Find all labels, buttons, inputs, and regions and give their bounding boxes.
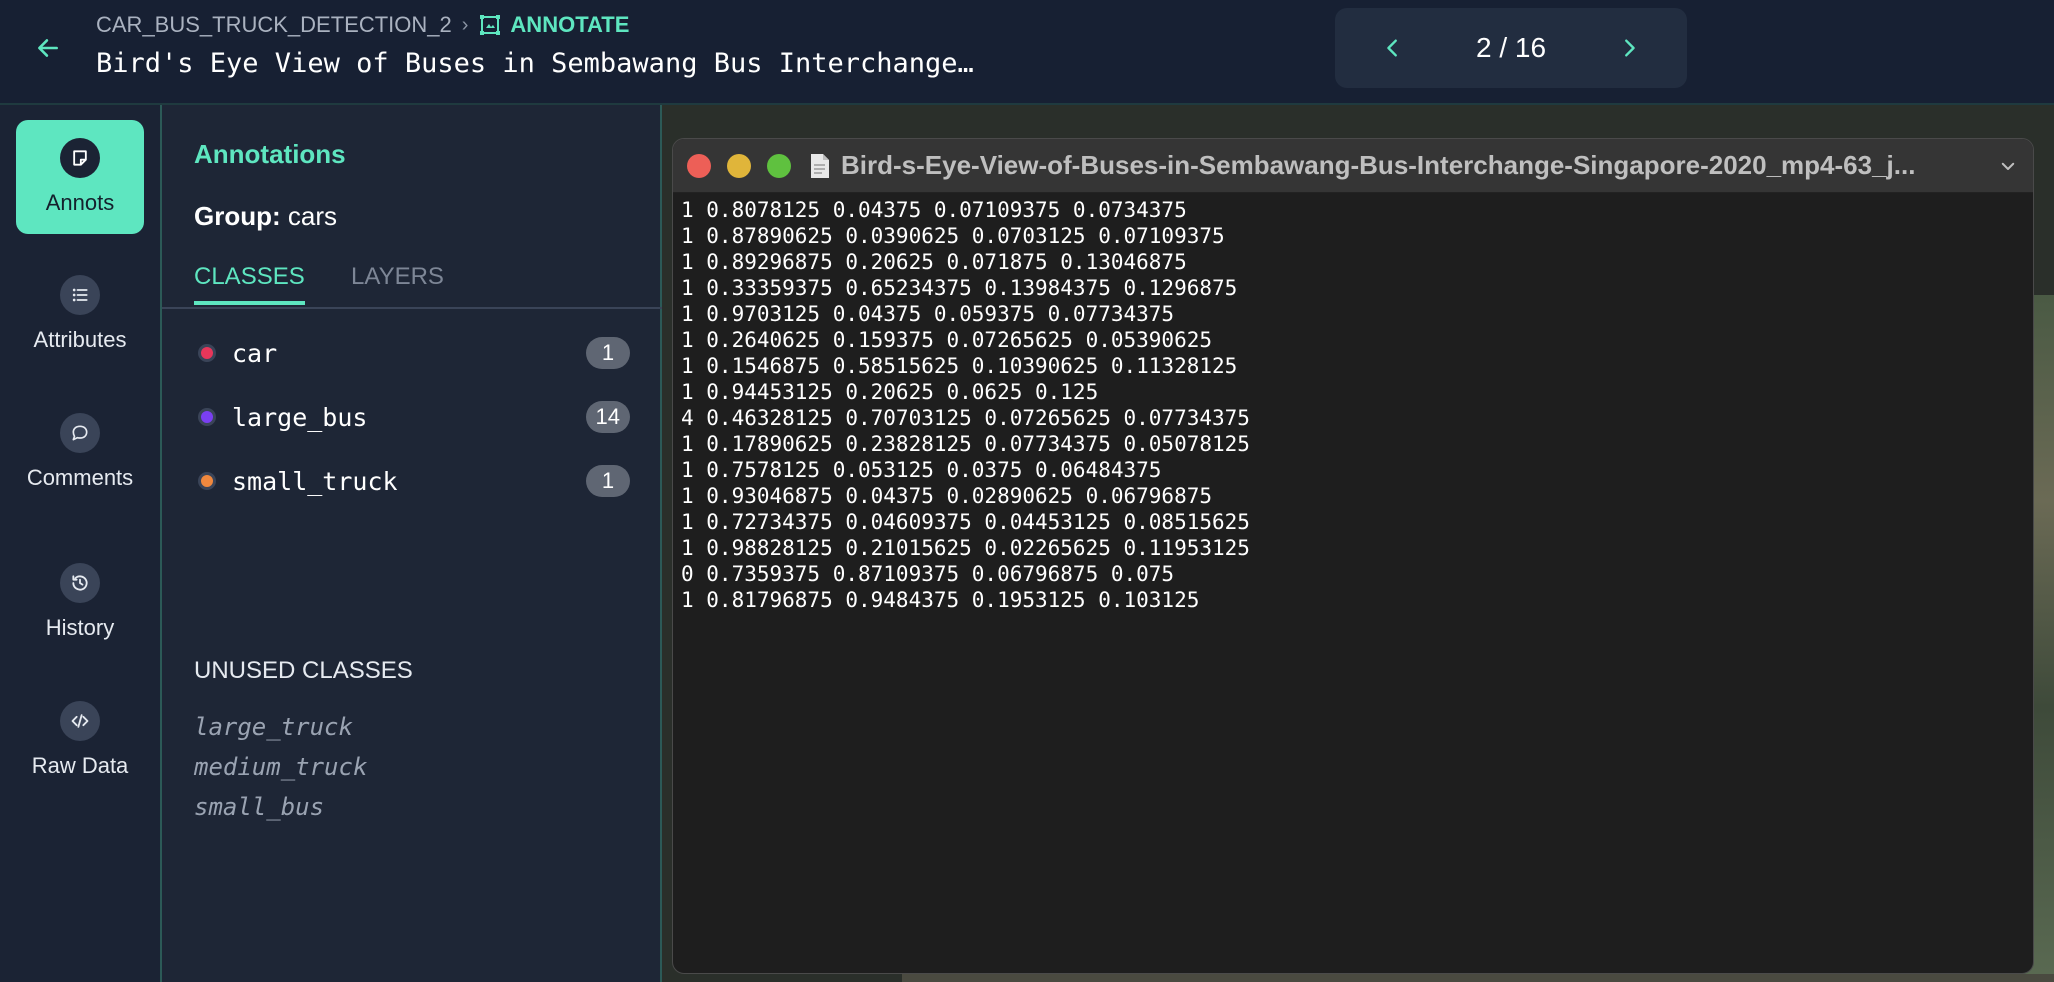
raw-label-viewer-window: Bird-s-Eye-View-of-Buses-in-Sembawang-Bu… xyxy=(672,138,2034,974)
breadcrumb-annotate-label: ANNOTATE xyxy=(510,12,630,37)
group-label: Group: xyxy=(194,201,281,231)
class-name: car xyxy=(232,338,278,368)
image-pager: 2 / 16 xyxy=(1335,8,1687,88)
zoom-window-button[interactable] xyxy=(767,153,791,178)
window-filename: Bird-s-Eye-View-of-Buses-in-Sembawang-Bu… xyxy=(841,150,1916,180)
sidebar-item-label: Attributes xyxy=(33,327,127,352)
label-line: 1 0.72734375 0.04609375 0.04453125 0.085… xyxy=(681,510,1250,534)
sidebar-item-label: Comments xyxy=(26,465,134,490)
sidebar-item-attributes[interactable]: Attributes xyxy=(16,257,144,371)
breadcrumb-annotate[interactable]: ANNOTATE xyxy=(478,12,629,38)
class-count-badge: 1 xyxy=(586,465,630,497)
close-window-button[interactable] xyxy=(687,153,711,178)
tab-classes[interactable]: CLASSES xyxy=(194,263,305,305)
label-line: 1 0.81796875 0.9484375 0.1953125 0.10312… xyxy=(681,588,1200,612)
sidebar-item-label: Annots xyxy=(45,190,115,215)
history-icon xyxy=(60,563,100,603)
image-edge-bottom xyxy=(902,974,2054,982)
page-title: Bird's Eye View of Buses in Sembawang Bu… xyxy=(96,48,974,79)
window-title-bar[interactable]: Bird-s-Eye-View-of-Buses-in-Sembawang-Bu… xyxy=(673,139,2033,193)
class-color-dot xyxy=(198,344,216,362)
unused-class-item[interactable]: small_bus xyxy=(194,793,324,821)
next-button[interactable] xyxy=(1611,30,1647,66)
sidebar-rail: Annots Attributes Comments History Raw D… xyxy=(0,105,162,982)
code-icon xyxy=(60,701,100,741)
chevron-left-icon xyxy=(1387,39,1397,57)
annotation-icon xyxy=(60,138,100,178)
sidebar-item-label: History xyxy=(45,615,115,640)
sidebar-item-label: Raw Data xyxy=(31,753,129,778)
chevron-right-icon xyxy=(1625,39,1635,57)
class-color-dot xyxy=(198,408,216,426)
window-title: Bird-s-Eye-View-of-Buses-in-Sembawang-Bu… xyxy=(809,150,2009,181)
previous-button[interactable] xyxy=(1375,30,1411,66)
label-line: 1 0.2640625 0.159375 0.07265625 0.053906… xyxy=(681,328,1213,352)
chevron-down-icon[interactable] xyxy=(1995,153,2021,179)
unused-class-item[interactable]: medium_truck xyxy=(194,753,367,781)
panel-tabs: CLASSES LAYERS xyxy=(162,255,662,309)
class-name: large_bus xyxy=(232,402,368,432)
class-row-car[interactable]: car 1 xyxy=(194,331,630,375)
group-indicator: Group: cars xyxy=(194,201,337,232)
minimize-window-button[interactable] xyxy=(727,153,751,178)
tab-layers[interactable]: LAYERS xyxy=(351,263,444,301)
class-color-dot xyxy=(198,472,216,490)
label-line: 1 0.8078125 0.04375 0.07109375 0.0734375 xyxy=(681,198,1187,222)
chevron-right-icon: › xyxy=(461,13,469,36)
label-line: 1 0.89296875 0.20625 0.071875 0.13046875 xyxy=(681,250,1187,274)
top-bar: CAR_BUS_TRUCK_DETECTION_2 › ANNOTATE Bir… xyxy=(0,0,2054,105)
annotations-panel: Annotations Group: cars CLASSES LAYERS c… xyxy=(162,105,662,982)
label-file-content[interactable]: 1 0.8078125 0.04375 0.07109375 0.0734375… xyxy=(673,193,2033,613)
panel-title: Annotations xyxy=(194,139,346,169)
breadcrumb-project[interactable]: CAR_BUS_TRUCK_DETECTION_2 xyxy=(96,12,452,38)
label-line: 1 0.7578125 0.053125 0.0375 0.06484375 xyxy=(681,458,1162,482)
unused-classes-heading: UNUSED CLASSES xyxy=(194,657,413,684)
breadcrumb: CAR_BUS_TRUCK_DETECTION_2 › ANNOTATE xyxy=(96,12,629,38)
sidebar-item-annots[interactable]: Annots xyxy=(16,120,144,234)
label-line: 1 0.98828125 0.21015625 0.02265625 0.119… xyxy=(681,536,1250,560)
arrow-left-icon xyxy=(38,39,58,57)
list-icon xyxy=(60,275,100,315)
back-button[interactable] xyxy=(30,30,66,66)
sidebar-item-history[interactable]: History xyxy=(16,545,144,659)
label-line: 4 0.46328125 0.70703125 0.07265625 0.077… xyxy=(681,406,1250,430)
class-count-badge: 14 xyxy=(585,401,630,433)
label-line: 1 0.33359375 0.65234375 0.13984375 0.129… xyxy=(681,276,1238,300)
label-line: 1 0.94453125 0.20625 0.0625 0.125 xyxy=(681,380,1099,404)
class-row-large-bus[interactable]: large_bus 14 xyxy=(194,395,630,439)
label-line: 1 0.1546875 0.58515625 0.10390625 0.1132… xyxy=(681,354,1238,378)
unused-class-item[interactable]: large_truck xyxy=(194,713,353,741)
sidebar-item-comments[interactable]: Comments xyxy=(16,395,144,509)
document-icon xyxy=(811,153,829,178)
annotate-icon xyxy=(480,15,501,35)
label-line: 0 0.7359375 0.87109375 0.06796875 0.075 xyxy=(681,562,1175,586)
pager-position: 2 / 16 xyxy=(1475,32,1547,63)
label-line: 1 0.93046875 0.04375 0.02890625 0.067968… xyxy=(681,484,1213,508)
class-name: small_truck xyxy=(232,466,398,496)
class-count-badge: 1 xyxy=(586,337,630,369)
sidebar-item-raw-data[interactable]: Raw Data xyxy=(16,683,144,797)
label-line: 1 0.9703125 0.04375 0.059375 0.07734375 xyxy=(681,302,1175,326)
label-line: 1 0.87890625 0.0390625 0.0703125 0.07109… xyxy=(681,224,1225,248)
class-row-small-truck[interactable]: small_truck 1 xyxy=(194,459,630,503)
group-value: cars xyxy=(287,201,338,231)
label-line: 1 0.17890625 0.23828125 0.07734375 0.050… xyxy=(681,432,1250,456)
comment-icon xyxy=(60,413,100,453)
